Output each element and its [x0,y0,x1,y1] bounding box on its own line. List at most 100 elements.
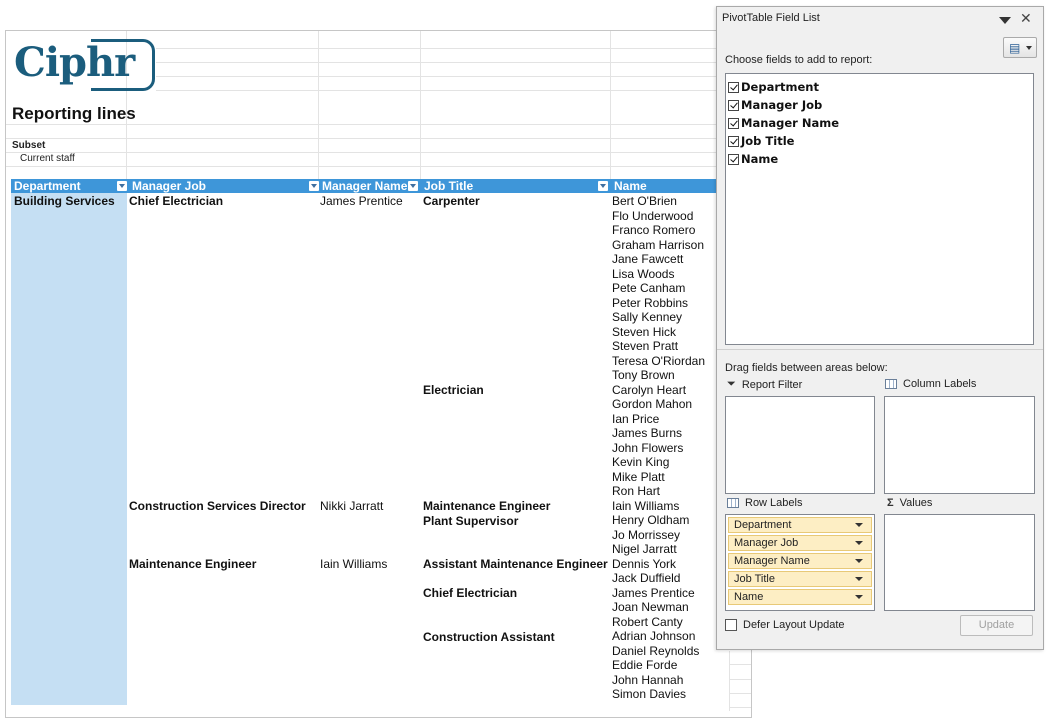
pill-label: Department [734,519,792,531]
pivot-cell-name[interactable]: Graham Harrison [612,238,704,253]
pivot-cell-name[interactable]: Carolyn Heart [612,383,686,398]
checkbox-checked-icon[interactable] [728,135,739,147]
report-title: Reporting lines [12,104,136,123]
values-heading: Σ Values [887,497,932,509]
pivot-cell-job-title[interactable]: Electrician [423,383,484,398]
checkbox-checked-icon[interactable] [728,153,739,165]
checkbox-checked-icon[interactable] [728,117,739,129]
chevron-down-icon[interactable] [855,523,863,527]
pivot-cell-manager-job[interactable]: Chief Electrician [129,194,223,209]
report-filter-area[interactable] [725,396,875,494]
pivot-cell-name[interactable]: Iain Williams [612,499,679,514]
header-job-title[interactable]: Job Title [421,179,614,193]
close-icon[interactable]: ✕ [1020,10,1032,27]
grid-line [156,48,751,49]
pivot-cell-name[interactable]: Sally Kenney [612,310,682,325]
area-label: Row Labels [745,497,803,509]
pivot-cell-job-title[interactable]: Carpenter [423,194,480,209]
update-button[interactable]: Update [960,615,1033,636]
filter-dropdown-icon[interactable] [408,181,418,191]
row-field-manager-name[interactable]: Manager Name [728,553,872,569]
pivot-cell-name[interactable]: Robert Canty [612,615,683,630]
pivot-cell-manager-name[interactable]: Iain Williams [320,557,387,572]
row-field-name[interactable]: Name [728,589,872,605]
pivot-cell-name[interactable]: Dennis York [612,557,676,572]
pivot-cell-name[interactable]: Adrian Johnson [612,629,695,644]
row-field-manager-job[interactable]: Manager Job [728,535,872,551]
header-manager-name[interactable]: Manager Name [319,179,424,193]
row-labels-area[interactable]: Department Manager Job Manager Name Job … [725,514,875,611]
pivot-cell-job-title[interactable]: Assistant Maintenance Engineer [423,557,608,572]
pivot-cell-name[interactable]: Jo Morrissey [612,528,680,543]
pivot-cell-job-title[interactable]: Plant Supervisor [423,514,518,529]
chevron-down-icon[interactable] [855,595,863,599]
pivot-cell-manager-name[interactable]: James Prentice [320,194,403,209]
field-job-title[interactable]: Job Title [728,133,794,149]
pivot-cell-name[interactable]: Peter Robbins [612,296,688,311]
grid-line [156,76,751,77]
pivot-cell-name[interactable]: Jane Fawcett [612,252,683,267]
pivot-cell-name[interactable]: James Prentice [612,586,695,601]
chevron-down-icon[interactable] [855,541,863,545]
pivot-cell-name[interactable]: Steven Hick [612,325,676,340]
pivot-cell-name[interactable]: Teresa O'Riordan [612,354,705,369]
pivot-cell-name[interactable]: Henry Oldham [612,513,689,528]
pivot-cell-name[interactable]: John Flowers [612,441,683,456]
pivot-cell-name[interactable]: Kevin King [612,455,669,470]
pill-label: Name [734,591,764,603]
row-field-department[interactable]: Department [728,517,872,533]
column-labels-area[interactable] [884,396,1035,494]
filter-dropdown-icon[interactable] [309,181,319,191]
header-manager-job[interactable]: Manager Job [129,179,322,193]
pivot-cell-manager-job[interactable]: Maintenance Engineer [129,557,256,572]
pivot-cell-name[interactable]: Jack Duffield [612,571,680,586]
pivot-header-row: Department Manager Job Manager Name Job … [11,179,751,193]
checkbox-checked-icon[interactable] [728,99,739,111]
grid-line [729,707,751,708]
pivot-cell-job-title[interactable]: Construction Assistant [423,630,555,645]
pivot-cell-manager-job[interactable]: Construction Services Director [129,499,306,514]
pivot-cell-name[interactable]: Ron Hart [612,484,660,499]
pivot-cell-name[interactable]: Joan Newman [612,600,689,615]
pivot-cell-name[interactable]: Lisa Woods [612,267,674,282]
pivot-cell-name[interactable]: Ian Price [612,412,659,427]
values-area[interactable] [884,514,1035,611]
defer-checkbox[interactable] [725,619,737,631]
field-department[interactable]: Department [728,79,819,95]
field-list-layout-button[interactable]: ▤ [1003,37,1037,58]
pivot-cell-department[interactable]: Building Services [14,194,115,209]
header-label: Manager Job [132,179,207,193]
row-field-job-title[interactable]: Job Title [728,571,872,587]
pivot-cell-name[interactable]: Bert O'Brien [612,194,677,209]
pivot-cell-name[interactable]: John Hannah [612,673,683,688]
pivot-cell-name[interactable]: Simon Davies [612,687,686,702]
chevron-down-icon[interactable] [855,577,863,581]
defer-layout-update[interactable]: Defer Layout Update [725,619,845,631]
pivot-cell-name[interactable]: Gordon Mahon [612,397,692,412]
pivot-cell-name[interactable]: Flo Underwood [612,209,693,224]
pivot-cell-name[interactable]: Eddie Forde [612,658,677,673]
pivot-cell-name[interactable]: Pete Canham [612,281,685,296]
pivot-cell-name[interactable]: Nigel Jarratt [612,542,677,557]
pivot-cell-name[interactable]: Daniel Reynolds [612,644,699,659]
field-manager-name[interactable]: Manager Name [728,115,839,131]
field-name[interactable]: Name [728,151,778,167]
pivot-cell-name[interactable]: Mike Platt [612,470,665,485]
area-label: Report Filter [741,378,803,391]
chevron-down-icon[interactable] [855,559,863,563]
pivot-cell-manager-name[interactable]: Nikki Jarratt [320,499,383,514]
checkbox-checked-icon[interactable] [728,81,739,93]
panel-splitter[interactable] [717,349,1043,354]
header-department[interactable]: Department [11,179,132,193]
pivot-cell-name[interactable]: Tony Brown [612,368,675,383]
pivot-cell-name[interactable]: James Burns [612,426,682,441]
pivot-cell-job-title[interactable]: Maintenance Engineer [423,499,550,514]
field-manager-job[interactable]: Manager Job [728,97,822,113]
pivot-cell-name[interactable]: Steven Pratt [612,339,678,354]
filter-dropdown-icon[interactable] [117,181,127,191]
grid-line [6,166,751,167]
pivot-cell-name[interactable]: Franco Romero [612,223,695,238]
filter-dropdown-icon[interactable] [598,181,608,191]
pivot-cell-job-title[interactable]: Chief Electrician [423,586,517,601]
panel-menu-chevron-icon[interactable] [999,17,1011,24]
